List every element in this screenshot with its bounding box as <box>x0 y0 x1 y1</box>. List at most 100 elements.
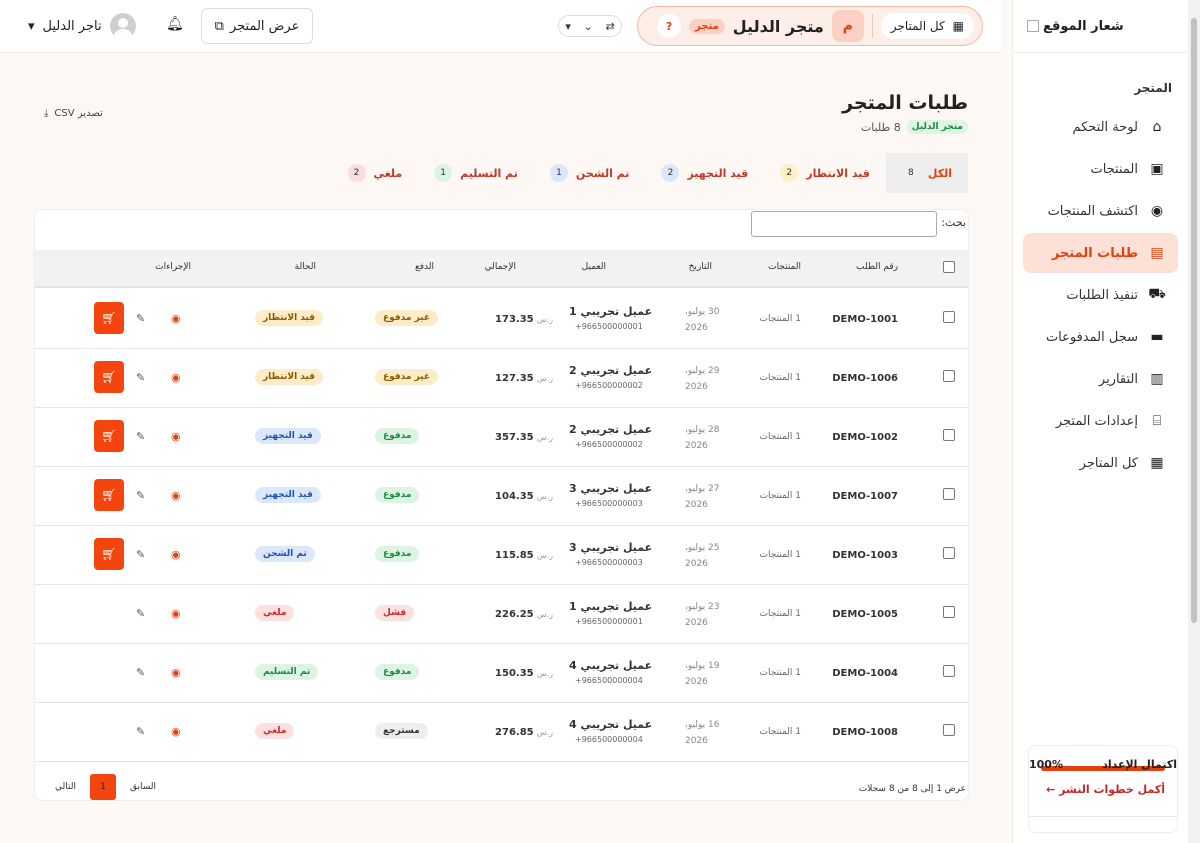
row-checkbox[interactable] <box>943 370 955 382</box>
tab-processing[interactable]: قيد التجهيز 2 <box>645 153 764 193</box>
edit-icon[interactable]: ✎ <box>136 725 145 738</box>
header-order[interactable]: رقم الطلب <box>856 262 898 272</box>
order-status-badge: قيد التجهيز <box>255 428 321 444</box>
scrollbar-thumb[interactable] <box>1191 18 1197 623</box>
table-row[interactable]: DEMO-1004 1 المنتجات 19 يوليو، 2026 عميل تج… <box>35 644 968 703</box>
sidebar-item-box[interactable]: ▣ المنتجات <box>1023 149 1178 189</box>
sidebar-item-bar-chart[interactable]: ▥ التقارير <box>1023 359 1178 399</box>
sidebar-item-money[interactable]: ▬ سجل المدفوعات <box>1023 317 1178 357</box>
customer-phone: +966500000001 <box>575 322 643 331</box>
cart-icon[interactable]: 🛒︎ <box>94 302 124 334</box>
row-checkbox[interactable] <box>943 606 955 618</box>
row-checkbox[interactable] <box>943 547 955 559</box>
user-menu[interactable]: ▾ تاجر الدليل <box>28 13 136 39</box>
row-checkbox[interactable] <box>943 429 955 441</box>
select-all-checkbox[interactable] <box>943 261 955 273</box>
tab-cancelled[interactable]: ملغي 2 <box>332 153 419 193</box>
sidebar-item-receipt[interactable]: ▤ طلبات المتجر <box>1023 233 1178 273</box>
page-scrollbar[interactable] <box>1188 0 1200 843</box>
store-switch-dropdown[interactable]: ⇄ ⌄ ▾ <box>558 15 622 37</box>
view-eye-icon[interactable]: ◉ <box>171 607 181 620</box>
search-input[interactable] <box>751 211 937 237</box>
sidebar-item-compass[interactable]: ◉ اكتشف المنتجات <box>1023 191 1178 231</box>
sidebar-item-truck[interactable]: ⛟ تنفيذ الطلبات <box>1023 275 1178 315</box>
sidebar-item-home[interactable]: ⌂ لوحة التحكم <box>1023 107 1178 147</box>
row-checkbox[interactable] <box>943 724 955 736</box>
view-store-button[interactable]: عرض المتجر ⧉ <box>201 8 313 44</box>
tab-pending[interactable]: قيد الانتظار 2 <box>764 153 886 193</box>
pagination-current-page[interactable]: 1 <box>89 774 116 800</box>
customer-name: عميل تجريبي 1 <box>569 305 653 318</box>
tab-label: تم التسليم <box>460 166 518 180</box>
row-checkbox[interactable] <box>943 665 955 677</box>
view-eye-icon[interactable]: ◉ <box>171 725 181 738</box>
export-csv-button[interactable]: تصدير CSV ⤓ <box>44 108 103 119</box>
order-total: ر.س 276.85 <box>463 727 553 738</box>
table-row[interactable]: DEMO-1002 1 المنتجات 28 يوليو، 2026 عميل تج… <box>35 408 968 467</box>
tab-count-badge: 2 <box>347 164 366 182</box>
tab-shipped[interactable]: تم الشحن 1 <box>534 153 646 193</box>
order-number[interactable]: DEMO-1008 <box>832 727 898 738</box>
help-icon[interactable]: ? <box>657 14 682 38</box>
caret-down-icon: ▾ <box>565 19 571 33</box>
store-type-badge: متجر <box>689 18 725 34</box>
user-name: تاجر الدليل <box>42 18 102 34</box>
currency: ر.س <box>536 610 553 619</box>
view-eye-icon[interactable]: ◉ <box>171 312 181 325</box>
order-number[interactable]: DEMO-1006 <box>832 373 898 384</box>
view-eye-icon[interactable]: ◉ <box>171 548 181 561</box>
edit-icon[interactable]: ✎ <box>136 548 145 561</box>
tab-all[interactable]: الكل 8 <box>885 153 968 193</box>
order-number[interactable]: DEMO-1007 <box>832 491 898 502</box>
table-row[interactable]: DEMO-1001 1 المنتجات 30 يوليو، 2026 عميل تج… <box>35 290 968 349</box>
site-logo[interactable]: شعار الموقع <box>1013 0 1188 53</box>
table-row[interactable]: DEMO-1006 1 المنتجات 29 يوليو، 2026 عميل تج… <box>35 349 968 408</box>
edit-icon[interactable]: ✎ <box>136 312 145 325</box>
table-row[interactable]: DEMO-1005 1 المنتجات 23 يوليو، 2026 عميل تج… <box>35 585 968 644</box>
tab-label: ملغي <box>373 166 403 180</box>
order-number[interactable]: DEMO-1005 <box>832 609 898 620</box>
edit-icon[interactable]: ✎ <box>136 371 145 384</box>
cart-icon[interactable]: 🛒︎ <box>94 420 124 452</box>
grid-icon: ▦ <box>1150 455 1164 471</box>
view-eye-icon[interactable]: ◉ <box>171 430 181 443</box>
pagination-next[interactable]: التالي <box>45 782 86 792</box>
pagination-prev[interactable]: السابق <box>120 782 166 792</box>
table-row[interactable]: DEMO-1007 1 المنتجات 27 يوليو، 2026 عميل تج… <box>35 467 968 526</box>
row-checkbox[interactable] <box>943 311 955 323</box>
row-checkbox[interactable] <box>943 488 955 500</box>
order-number[interactable]: DEMO-1004 <box>832 668 898 679</box>
cart-icon[interactable]: 🛒︎ <box>94 538 124 570</box>
cart-icon[interactable]: 🛒︎ <box>94 479 124 511</box>
total-amount: 150.35 <box>495 668 534 679</box>
edit-icon[interactable]: ✎ <box>136 430 145 443</box>
edit-icon[interactable]: ✎ <box>136 489 145 502</box>
view-store-label: عرض المتجر <box>229 18 300 34</box>
header-status[interactable]: الحالة <box>295 262 316 272</box>
cart-icon[interactable]: 🛒︎ <box>94 361 124 393</box>
header-date[interactable]: التاريخ <box>689 262 712 272</box>
all-stores-button[interactable]: ▦ كل المتاجر <box>880 13 974 39</box>
notifications-bell-icon[interactable]: 🔔︎ <box>166 16 184 32</box>
order-number[interactable]: DEMO-1001 <box>832 314 898 325</box>
header-total[interactable]: الإجمالي <box>485 262 516 272</box>
header-products[interactable]: المنتجات <box>768 262 801 272</box>
order-number[interactable]: DEMO-1003 <box>832 550 898 561</box>
current-store-name: متجر الدليل <box>732 16 824 36</box>
tab-delivered[interactable]: تم التسليم 1 <box>418 153 534 193</box>
sidebar-item-store[interactable]: ⌸ إعدادات المتجر <box>1023 401 1178 441</box>
store-switcher[interactable]: ▦ كل المتاجر م متجر الدليل متجر ? <box>637 6 983 46</box>
header-customer[interactable]: العميل <box>582 262 606 272</box>
view-eye-icon[interactable]: ◉ <box>171 371 181 384</box>
edit-icon[interactable]: ✎ <box>136 607 145 620</box>
sidebar-item-grid[interactable]: ▦ كل المتاجر <box>1023 443 1178 483</box>
edit-icon[interactable]: ✎ <box>136 666 145 679</box>
header-payment[interactable]: الدفع <box>415 262 434 272</box>
table-row[interactable]: DEMO-1008 1 المنتجات 16 يوليو، 2026 عميل تج… <box>35 703 968 762</box>
view-eye-icon[interactable]: ◉ <box>171 666 181 679</box>
order-number[interactable]: DEMO-1002 <box>832 432 898 443</box>
order-status-badge: تم التسليم <box>255 664 319 680</box>
view-eye-icon[interactable]: ◉ <box>171 489 181 502</box>
total-amount: 226.25 <box>495 609 534 620</box>
table-row[interactable]: DEMO-1003 1 المنتجات 25 يوليو، 2026 عميل تج… <box>35 526 968 585</box>
